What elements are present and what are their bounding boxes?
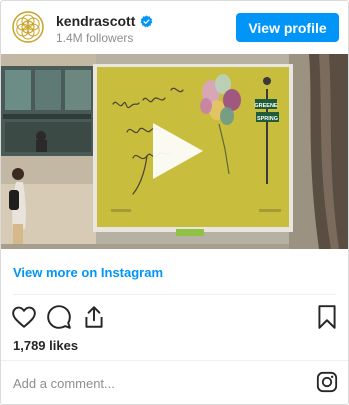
video-thumbnail[interactable]: GREENE SPRING xyxy=(1,54,348,249)
post-header: kendrascott 1.4M followers View profile xyxy=(1,1,348,54)
instagram-logo-icon[interactable] xyxy=(316,371,338,393)
heart-icon[interactable] xyxy=(11,304,37,330)
likes-count[interactable]: 1,789 likes xyxy=(13,338,78,353)
divider xyxy=(13,294,336,295)
action-bar xyxy=(1,301,348,331)
followers-count: 1.4M followers xyxy=(56,31,134,45)
view-more-link[interactable]: View more on Instagram xyxy=(13,265,163,280)
street-sign-bottom: SPRING xyxy=(257,116,278,122)
play-icon[interactable] xyxy=(143,119,207,183)
instagram-embed-card: kendrascott 1.4M followers View profile xyxy=(0,0,349,405)
view-profile-button[interactable]: View profile xyxy=(236,13,339,42)
street-sign-top: GREENE xyxy=(254,103,278,109)
share-icon[interactable] xyxy=(81,304,107,330)
username[interactable]: kendrascott xyxy=(56,13,135,29)
kendrascott-logo-icon[interactable] xyxy=(12,11,44,43)
divider xyxy=(1,360,348,361)
bookmark-icon[interactable] xyxy=(314,304,340,330)
comment-icon[interactable] xyxy=(46,304,72,330)
verified-badge-icon xyxy=(140,14,153,27)
add-comment-link[interactable]: Add a comment... xyxy=(13,376,115,391)
